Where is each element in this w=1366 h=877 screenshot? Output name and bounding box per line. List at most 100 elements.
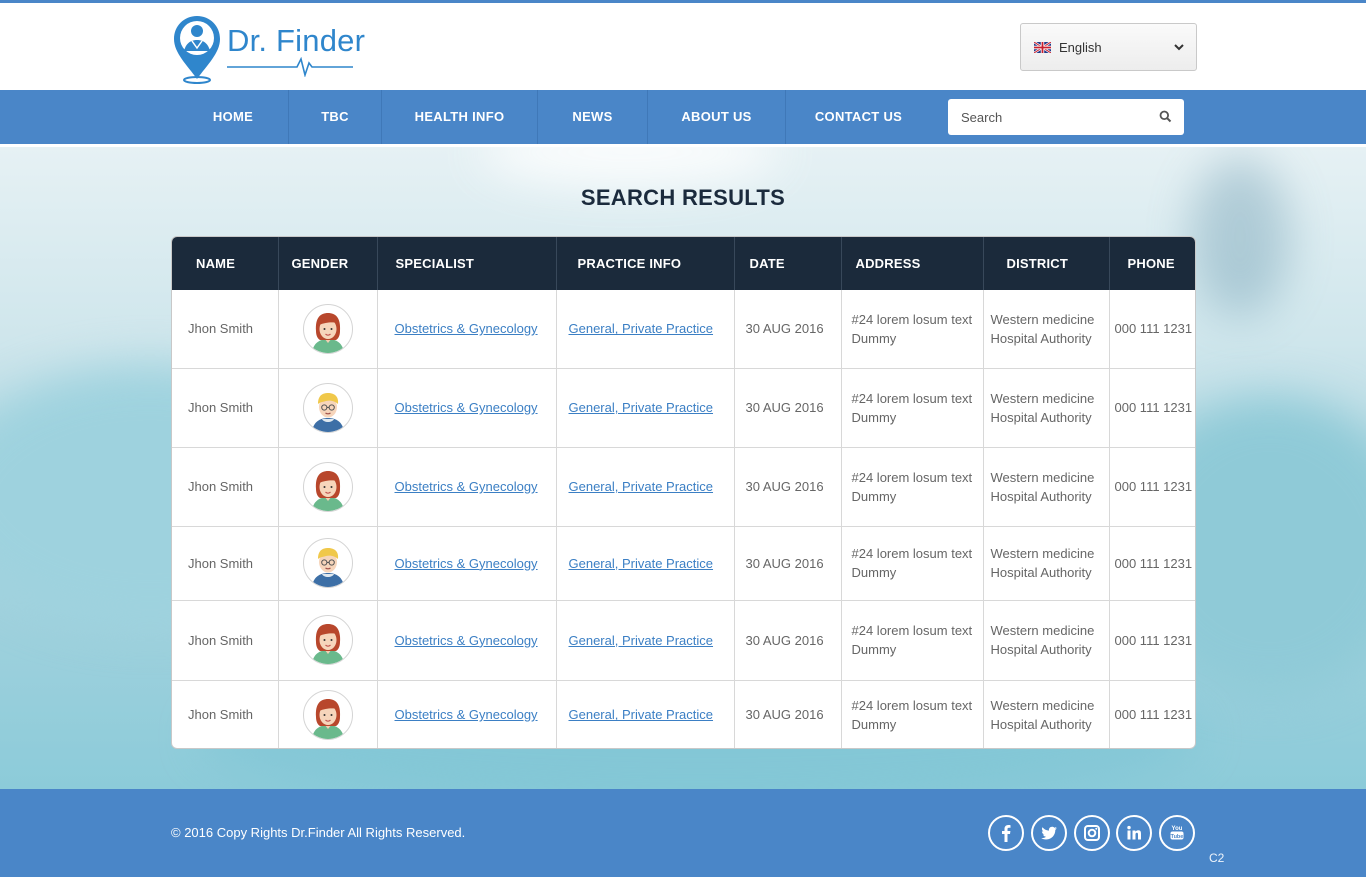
date-text: 30 AUG 2016 bbox=[745, 707, 824, 723]
search-icon[interactable] bbox=[1159, 110, 1172, 123]
doctor-name: Jhon Smith bbox=[188, 555, 254, 571]
specialist-link[interactable]: Obstetrics & Gynecology bbox=[395, 556, 538, 571]
column-header: ADDRESS bbox=[841, 237, 984, 290]
uk-flag-icon bbox=[1034, 42, 1051, 53]
specialist-link[interactable]: Obstetrics & Gynecology bbox=[395, 479, 538, 494]
cell-district: Western medicine Hospital Authority bbox=[983, 679, 1110, 748]
nav-news[interactable]: NEWS bbox=[538, 90, 647, 144]
nav-tbc[interactable]: TBC bbox=[289, 90, 381, 144]
district-text: Western medicine Hospital Authority bbox=[990, 390, 1095, 425]
cell-district: Western medicine Hospital Authority bbox=[983, 525, 1110, 600]
practice-link[interactable]: General, Private Practice bbox=[569, 556, 714, 571]
site-logo[interactable]: Dr. Finder bbox=[171, 13, 365, 85]
cell-date: 30 AUG 2016 bbox=[734, 525, 842, 600]
site-footer: © 2016 Copy Rights Dr.Finder All Rights … bbox=[0, 789, 1366, 877]
heartbeat-icon bbox=[227, 57, 353, 77]
practice-link[interactable]: General, Private Practice bbox=[569, 321, 714, 336]
column-header: SPECIALIST bbox=[377, 237, 557, 290]
results-table: NAME GENDER SPECIALIST PRACTICE INFO DAT… bbox=[171, 236, 1196, 749]
practice-link[interactable]: General, Private Practice bbox=[569, 633, 714, 648]
cell-phone: 000 111 1231 bbox=[1109, 367, 1195, 447]
svg-text:You: You bbox=[1172, 826, 1183, 832]
practice-link[interactable]: General, Private Practice bbox=[569, 479, 714, 494]
cell-name: Jhon Smith bbox=[172, 446, 279, 526]
date-text: 30 AUG 2016 bbox=[745, 479, 824, 494]
language-selector[interactable]: English bbox=[1020, 23, 1197, 71]
nav-contact-us[interactable]: CONTACT US bbox=[786, 90, 931, 144]
doctor-name: Jhon Smith bbox=[188, 632, 254, 648]
practice-link[interactable]: General, Private Practice bbox=[569, 400, 714, 415]
cell-gender bbox=[278, 525, 378, 600]
corner-label: C2 bbox=[1209, 851, 1225, 865]
district-text: Western medicine Hospital Authority bbox=[990, 311, 1095, 346]
table-row: Jhon Smith Obstetrics & Gynecology General… bbox=[172, 525, 1195, 600]
background-blur bbox=[480, 147, 780, 187]
female-avatar-icon bbox=[302, 461, 353, 512]
linkedin-button[interactable] bbox=[1116, 815, 1152, 851]
address-text: #24 lorem losum text Dummy bbox=[851, 697, 973, 732]
cell-specialist: Obstetrics & Gynecology bbox=[377, 290, 557, 368]
cell-address: #24 lorem losum text Dummy bbox=[841, 367, 984, 447]
table-row: Jhon Smith Obstetrics & Gynecology General… bbox=[172, 679, 1195, 748]
page-title: SEARCH RESULTS bbox=[580, 185, 786, 210]
cell-practice: General, Private Practice bbox=[556, 446, 735, 526]
cell-practice: General, Private Practice bbox=[556, 599, 735, 680]
female-avatar-icon bbox=[302, 615, 353, 665]
specialist-link[interactable]: Obstetrics & Gynecology bbox=[395, 400, 538, 415]
column-header: PRACTICE INFO bbox=[556, 237, 735, 290]
cell-phone: 000 111 1231 bbox=[1109, 446, 1195, 526]
search-input[interactable] bbox=[948, 99, 1148, 135]
specialist-link[interactable]: Obstetrics & Gynecology bbox=[395, 707, 538, 722]
cell-address: #24 lorem losum text Dummy bbox=[841, 290, 984, 368]
male-avatar-icon bbox=[302, 538, 353, 588]
search-box bbox=[948, 99, 1184, 135]
table-row: Jhon Smith Obstetrics & Gynecology General… bbox=[172, 367, 1195, 447]
phone-text: 000 111 1231 bbox=[1114, 479, 1193, 494]
copyright-text: © 2016 Copy Rights Dr.Finder All Rights … bbox=[171, 825, 466, 840]
twitter-button[interactable] bbox=[1031, 815, 1067, 851]
specialist-link[interactable]: Obstetrics & Gynecology bbox=[395, 321, 538, 336]
doctor-name: Jhon Smith bbox=[188, 707, 254, 723]
column-header: GENDER bbox=[278, 237, 378, 290]
address-text: #24 lorem losum text Dummy bbox=[851, 623, 973, 657]
female-avatar-icon bbox=[302, 303, 353, 354]
nav-home[interactable]: HOME bbox=[178, 90, 288, 144]
column-header: PHONE bbox=[1127, 256, 1175, 271]
doctor-name: Jhon Smith bbox=[188, 400, 254, 415]
district-text: Western medicine Hospital Authority bbox=[990, 623, 1095, 657]
cell-district: Western medicine Hospital Authority bbox=[983, 290, 1110, 368]
youtube-button[interactable]: You Tube bbox=[1159, 815, 1195, 851]
female-avatar-icon bbox=[302, 689, 353, 740]
table-row: Jhon Smith Obstetrics & Gynecology General… bbox=[172, 290, 1195, 368]
date-text: 30 AUG 2016 bbox=[745, 321, 824, 337]
facebook-button[interactable] bbox=[988, 815, 1024, 851]
specialist-link[interactable]: Obstetrics & Gynecology bbox=[395, 633, 538, 648]
male-avatar-icon bbox=[302, 382, 353, 433]
cell-name: Jhon Smith bbox=[172, 367, 279, 447]
practice-link[interactable]: General, Private Practice bbox=[569, 707, 714, 722]
cell-phone: 000 111 1231 bbox=[1109, 599, 1195, 680]
district-text: Western medicine Hospital Authority bbox=[990, 469, 1095, 504]
column-header: NAME bbox=[172, 237, 279, 290]
nav-health-info[interactable]: HEALTH INFO bbox=[382, 90, 537, 144]
address-text: #24 lorem losum text Dummy bbox=[851, 469, 973, 504]
background-blur bbox=[1190, 157, 1290, 317]
twitter-icon bbox=[1041, 826, 1057, 840]
cell-practice: General, Private Practice bbox=[556, 679, 735, 748]
nav-about-us[interactable]: ABOUT US bbox=[648, 90, 785, 144]
cell-address: #24 lorem losum text Dummy bbox=[841, 525, 984, 600]
cell-phone: 000 111 1231 bbox=[1109, 525, 1195, 600]
phone-text: 000 111 1231 bbox=[1114, 321, 1193, 337]
cell-date: 30 AUG 2016 bbox=[734, 599, 842, 680]
address-text: #24 lorem losum text Dummy bbox=[851, 390, 973, 425]
cell-practice: General, Private Practice bbox=[556, 290, 735, 368]
cell-date: 30 AUG 2016 bbox=[734, 290, 842, 368]
instagram-icon bbox=[1084, 825, 1100, 841]
cell-address: #24 lorem losum text Dummy bbox=[841, 599, 984, 680]
cell-gender bbox=[278, 599, 378, 680]
cell-specialist: Obstetrics & Gynecology bbox=[377, 679, 557, 748]
cell-specialist: Obstetrics & Gynecology bbox=[377, 446, 557, 526]
cell-date: 30 AUG 2016 bbox=[734, 367, 842, 447]
instagram-button[interactable] bbox=[1074, 815, 1110, 851]
linkedin-icon bbox=[1127, 825, 1141, 840]
